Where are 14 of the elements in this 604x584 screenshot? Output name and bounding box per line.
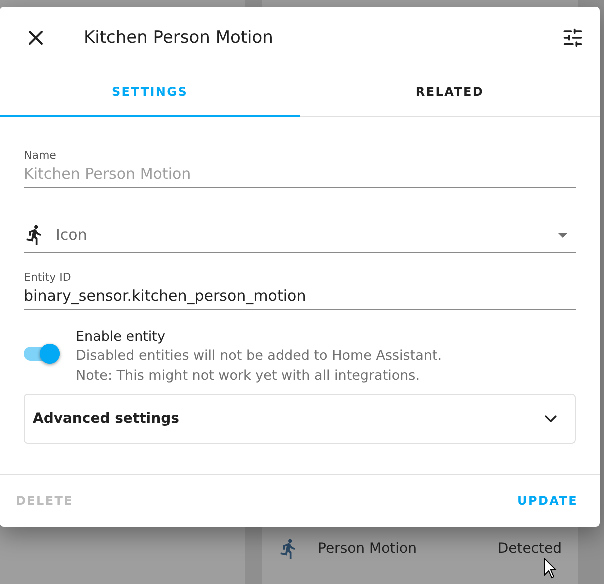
- mouse-pointer-icon: [544, 558, 558, 580]
- entity-id-field[interactable]: Entity ID binary_sensor.kitchen_person_motion: [24, 261, 576, 310]
- enable-switch[interactable]: [24, 347, 60, 361]
- switch-description: Disabled entities will not be added to Home Assistant.: [76, 347, 442, 366]
- switch-label: Enable entity: [76, 328, 166, 346]
- icon-dropdown[interactable]: Icon: [24, 218, 576, 253]
- tab[interactable]: RELATED: [300, 69, 600, 117]
- switch-description: Note: This might not work yet with all integrations.: [76, 367, 422, 386]
- advanced-settings-panel[interactable]: Advanced settings: [24, 394, 576, 444]
- caret-icon: [558, 232, 568, 238]
- entity-state: Detected: [498, 541, 562, 557]
- settings-button[interactable]: [562, 27, 584, 49]
- dialog-title: Kitchen Person Motion: [84, 28, 274, 48]
- entity-name: Person Motion: [318, 541, 418, 557]
